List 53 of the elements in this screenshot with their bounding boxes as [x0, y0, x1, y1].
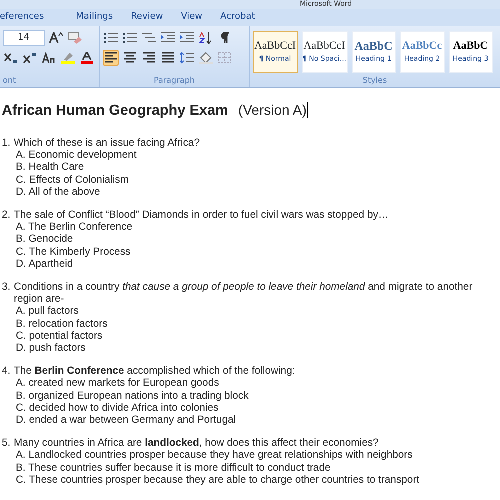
- shading-icon[interactable]: [198, 50, 214, 66]
- indent-icon[interactable]: [160, 30, 176, 46]
- answer-option: B. organized European nations into a trading block: [16, 390, 296, 403]
- group-label: Styles: [362, 75, 388, 87]
- answer-option: D. ended a war between Germany and Portugal: [16, 415, 296, 428]
- answer-option: A. created new markets for European goods: [16, 378, 296, 391]
- ribbon-tab[interactable]: eferences: [0, 10, 74, 24]
- answer-option: C. Effects of Colonialism: [16, 174, 200, 187]
- align-left-button[interactable]: [103, 50, 119, 66]
- question-text: Conditions in a country that cause a group of people to leave their homeland and migrate to another region are-: [14, 282, 474, 306]
- line-spacing-icon[interactable]: [179, 50, 195, 66]
- align-right-button[interactable]: [141, 50, 157, 66]
- group-label: ont: [3, 75, 18, 87]
- question-number: 5.: [2, 438, 12, 452]
- align-justify-button[interactable]: [160, 50, 176, 66]
- indent-icon[interactable]: [179, 30, 195, 46]
- question-number: 3.: [2, 282, 12, 296]
- answer-option: C. The Kimberly Process: [16, 246, 389, 259]
- change-case-icon[interactable]: [41, 50, 57, 66]
- answer-option: D. push factors: [16, 343, 500, 356]
- question-text: Many countries in Africa are landlocked, how does this affect their economies?: [14, 438, 380, 450]
- question-text: The Berlin Conference accomplished which of the following:: [14, 366, 296, 378]
- answer-option: A. pull factors: [16, 306, 500, 319]
- answer-option: B. These countries suffer because it is more difficult to conduct trade: [16, 462, 420, 475]
- answer-option: A. Landlocked countries prosper because they have great relationships with neighbors: [16, 450, 420, 463]
- grow-font-icon[interactable]: [48, 30, 64, 46]
- answer-option: C. decided how to divide Africa into colonies: [16, 402, 296, 416]
- question-text: The sale of Conflict “Blood” Diamonds in order to fuel civil wars was stopped by…: [14, 210, 389, 222]
- text-cursor: [306, 102, 308, 118]
- answer-option: C. These countries prosper because they are able to charge other countries to transport: [16, 474, 420, 488]
- group-label: Paragraph: [153, 75, 196, 87]
- answer-option: A. Economic development: [16, 150, 200, 162]
- answer-option: A. The Berlin Conference: [16, 222, 389, 234]
- question-number: 1.: [2, 138, 12, 151]
- answer-option: B. relocation factors: [16, 318, 500, 331]
- answer-option: B. Health Care: [16, 162, 200, 175]
- answer-option: C. potential factors: [16, 330, 500, 344]
- align-center-button[interactable]: [122, 50, 138, 66]
- answer-option: B. Genocide: [16, 234, 389, 247]
- answer-option: D. All of the above: [16, 186, 200, 200]
- ribbon-tab[interactable]: Review: [131, 10, 180, 24]
- sort-icon[interactable]: [198, 30, 214, 46]
- document-title: African Human Geography Exam: [2, 103, 228, 119]
- answer-option: D. Apartheid: [16, 258, 389, 272]
- font-color-icon[interactable]: [79, 50, 95, 66]
- question-text: Which of these is an issue facing Africa?: [14, 138, 200, 150]
- document-subtitle: (Version A): [238, 102, 307, 118]
- ribbon-tab[interactable]: Acrobat: [220, 10, 272, 24]
- question-number: 2.: [2, 210, 12, 224]
- question-number: 4.: [2, 366, 12, 380]
- ribbon-tab[interactable]: Mailings: [76, 10, 130, 24]
- ribbon-tab[interactable]: View: [181, 10, 219, 24]
- font-size-field[interactable]: 14: [3, 30, 45, 46]
